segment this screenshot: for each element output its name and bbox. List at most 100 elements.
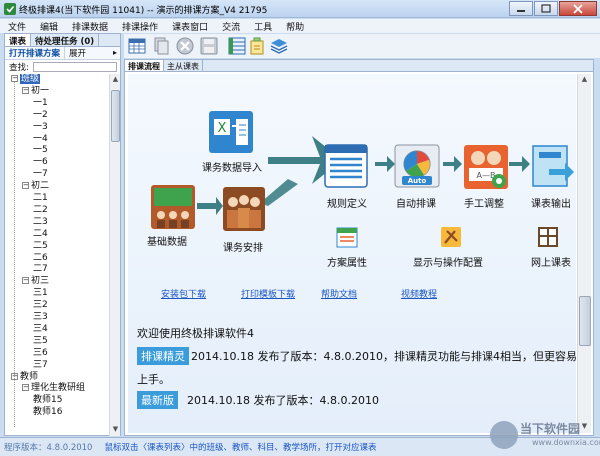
schedule-list-panel: 课表 待处理任务 (0) 打开排课方案 展开 ▸ 查找: − 班级 − 初一 一1 一2 一… (4, 33, 121, 436)
collapse-icon[interactable]: − (22, 182, 29, 190)
tree-label: 教师15 (33, 395, 63, 406)
tree-node-class[interactable]: 一2 (33, 110, 48, 121)
tree-node-class[interactable]: 三7 (33, 360, 48, 371)
content-scrollbar[interactable]: ▲ ▼ (577, 74, 591, 433)
tree-node-class[interactable]: 二2 (33, 205, 48, 216)
layers-icon[interactable] (270, 37, 288, 55)
welcome-text: 欢迎使用终极排课软件4 (137, 327, 254, 340)
expand-button[interactable]: 展开 (65, 47, 90, 59)
tree-node-class[interactable]: 一6 (33, 157, 48, 168)
tree-node-class[interactable]: 三4 (33, 324, 48, 335)
video-tutorial-link[interactable]: 视频教程 (401, 287, 437, 300)
scroll-up-icon[interactable]: ▲ (111, 75, 120, 85)
manual-adjust-icon[interactable]: A—B (463, 144, 509, 190)
dropdown-arrow-icon[interactable]: ▸ (113, 48, 117, 57)
basic-data-icon[interactable] (150, 184, 196, 230)
install-download-link[interactable]: 安装包下载 (161, 287, 206, 300)
status-hint: 鼠标双击〈课表列表〉中的班级、教师、科目、教学场所，打开对应课表 (104, 443, 377, 453)
tab-timetable[interactable]: 课表 (5, 34, 32, 47)
tree-node-class[interactable]: 二4 (33, 229, 48, 240)
help-doc-link[interactable]: 帮助文档 (321, 287, 357, 300)
maximize-button[interactable] (534, 1, 558, 16)
tree-label: 一4 (33, 133, 48, 144)
plan-props-icon[interactable] (336, 226, 358, 248)
close-button[interactable] (559, 1, 597, 16)
open-plan-button[interactable]: 打开排课方案 (5, 47, 66, 59)
display-config-icon[interactable] (440, 226, 462, 248)
course-import-label: 课务数据导入 (202, 163, 262, 174)
tree-label: 一7 (33, 169, 48, 180)
scroll-up-icon[interactable]: ▲ (580, 75, 589, 85)
menu-exchange[interactable]: 交流 (222, 20, 240, 33)
save-icon[interactable] (200, 37, 218, 55)
menu-schedule-ops[interactable]: 排课操作 (122, 20, 158, 33)
menu-edit[interactable]: 编辑 (40, 20, 58, 33)
tree-label: 二4 (33, 228, 48, 239)
tab-schedule-flow[interactable]: 排课流程 (125, 60, 164, 71)
tree-label: 三7 (33, 359, 48, 370)
table-icon[interactable] (228, 37, 246, 55)
tree-label: 二5 (33, 240, 48, 251)
minimize-button[interactable] (509, 1, 533, 16)
online-table-icon[interactable] (537, 226, 559, 248)
export-icon[interactable] (248, 37, 266, 55)
collapse-icon[interactable]: − (22, 384, 29, 392)
collapse-icon[interactable]: − (11, 75, 18, 82)
tree-node-classes[interactable]: − 班级 (11, 74, 41, 85)
rule-define-icon[interactable] (324, 144, 368, 188)
menu-help[interactable]: 帮助 (286, 20, 304, 33)
tab-pending-tasks[interactable]: 待处理任务 (0) (31, 34, 100, 47)
menu-tools[interactable]: 工具 (254, 20, 272, 33)
auto-schedule-icon[interactable]: Auto (394, 144, 440, 188)
content-scroll-thumb[interactable] (579, 296, 591, 346)
template-download-link[interactable]: 打印模板下载 (241, 287, 295, 300)
tree-node-class[interactable]: 一4 (33, 134, 48, 145)
watermark-sub: www.downxia.com (532, 438, 600, 447)
tree-node-grade[interactable]: − 初二 (22, 181, 49, 192)
collapse-icon[interactable]: − (22, 86, 29, 94)
tree-label: 一2 (33, 109, 48, 120)
menu-file[interactable]: 文件 (8, 20, 26, 33)
search-input[interactable] (32, 61, 117, 72)
tree-node-grade[interactable]: − 初一 (22, 86, 49, 97)
course-import-icon[interactable]: X (208, 110, 254, 154)
tree-node-class[interactable]: 三3 (33, 312, 48, 323)
schedule-grid-icon[interactable] (128, 37, 146, 55)
news-badge-wizard[interactable]: 排课精灵 (137, 347, 189, 365)
tree-scrollbar[interactable]: ▲ ▼ (109, 74, 120, 436)
tree-node-class[interactable]: 一7 (33, 169, 48, 180)
cancel-icon[interactable] (176, 37, 194, 55)
tree-node-class[interactable]: 二1 (33, 193, 48, 204)
collapse-icon[interactable]: − (22, 277, 29, 285)
tree-node-teacher[interactable]: 教师15 (33, 395, 62, 406)
watermark: 当下软件园 www.downxia.com (488, 420, 600, 456)
output-icon[interactable] (531, 144, 575, 188)
tree-node-class[interactable]: 二6 (33, 253, 48, 264)
tree-node-class[interactable]: 二5 (33, 241, 48, 252)
tree-node-class[interactable]: 一3 (33, 122, 48, 133)
tree-node-class[interactable]: 一1 (33, 98, 48, 109)
tree-node-class[interactable]: 三2 (33, 300, 48, 311)
tree-node-class[interactable]: 三6 (33, 348, 48, 359)
tree-node-teachers[interactable]: − 教师 (11, 372, 38, 383)
tab-master-slave[interactable]: 主从课表 (164, 60, 203, 71)
news-badge-latest[interactable]: 最新版 (137, 391, 178, 409)
auto-schedule-label: 自动排课 (396, 199, 436, 210)
tree-node-class[interactable]: 二3 (33, 217, 48, 228)
tree-node-teacher[interactable]: 教师16 (33, 407, 62, 418)
scroll-thumb[interactable] (111, 90, 120, 142)
tree-node-teacher-group[interactable]: − 理化生教研组 (22, 383, 85, 394)
minimize-icon (517, 9, 525, 12)
menu-schedule-data[interactable]: 排课数据 (72, 20, 108, 33)
basic-data-label: 基础数据 (147, 237, 187, 248)
copy-icon[interactable] (152, 37, 170, 55)
tree-node-class[interactable]: 一5 (33, 145, 48, 156)
scroll-down-icon[interactable]: ▼ (111, 425, 120, 435)
course-arrange-icon[interactable] (222, 186, 266, 232)
tree-node-grade[interactable]: − 初三 (22, 276, 49, 287)
menu-window[interactable]: 课表窗口 (172, 20, 208, 33)
toolbar (124, 34, 600, 58)
tree-node-class[interactable]: 二7 (33, 264, 48, 275)
tree-node-class[interactable]: 三5 (33, 336, 48, 347)
tree-node-class[interactable]: 三1 (33, 288, 48, 299)
